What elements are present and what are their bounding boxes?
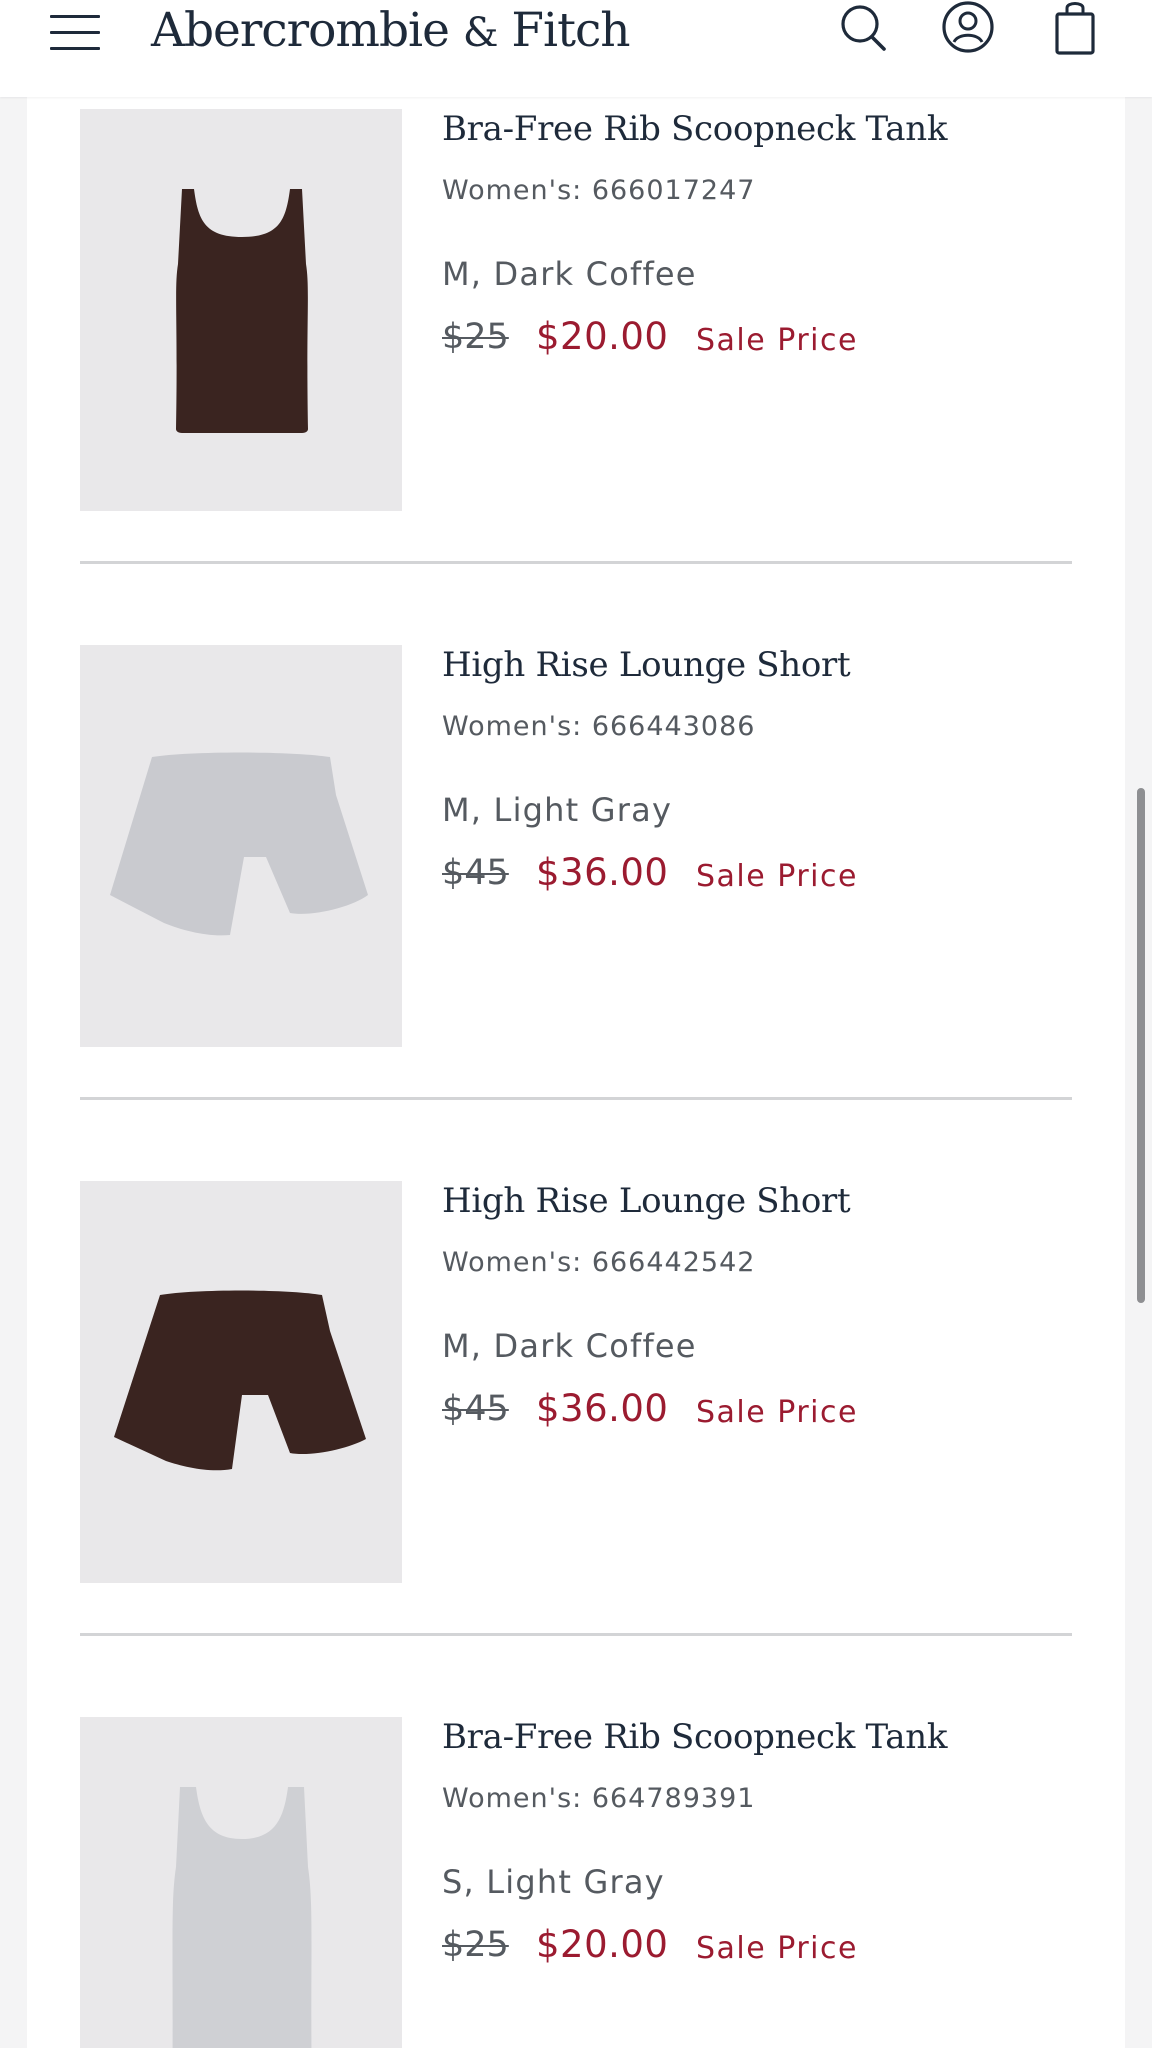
product-name[interactable]: Bra-Free Rib Scoopneck Tank bbox=[442, 1717, 947, 1757]
product-sku: Women's: 664789391 bbox=[442, 1783, 756, 1814]
product-name[interactable]: High Rise Lounge Short bbox=[442, 645, 851, 685]
search-icon[interactable] bbox=[834, 0, 890, 60]
page-scrollbar[interactable] bbox=[1137, 788, 1145, 1303]
brand-logo-tail: Fitch bbox=[511, 3, 630, 58]
sale-price-label: Sale Price bbox=[696, 859, 858, 894]
shorts-shape bbox=[114, 1290, 366, 1471]
sale-price: $36.00 bbox=[536, 1387, 669, 1430]
shorts-shape bbox=[110, 752, 368, 936]
product-sku: Women's: 666443086 bbox=[442, 711, 756, 742]
product-image[interactable] bbox=[80, 645, 402, 1047]
product-image[interactable] bbox=[80, 1717, 402, 2048]
brand-logo[interactable]: Abercrombie & Fitch bbox=[151, 0, 631, 62]
product-variant: S, Light Gray bbox=[442, 1863, 665, 1901]
tank-top-shape bbox=[176, 189, 308, 433]
product-name[interactable]: Bra-Free Rib Scoopneck Tank bbox=[442, 109, 947, 149]
product-sku: Women's: 666442542 bbox=[442, 1247, 756, 1278]
product-name[interactable]: High Rise Lounge Short bbox=[442, 1181, 851, 1221]
cart-item: High Rise Lounge Short Women's: 66644308… bbox=[80, 645, 1072, 1047]
sale-price-label: Sale Price bbox=[696, 1395, 858, 1430]
product-sku: Women's: 666017247 bbox=[442, 175, 756, 206]
sale-price-label: Sale Price bbox=[696, 323, 858, 358]
account-icon[interactable] bbox=[940, 0, 996, 60]
cart-item: Bra-Free Rib Scoopneck Tank Women's: 666… bbox=[80, 109, 1072, 511]
product-variant: M, Dark Coffee bbox=[442, 255, 697, 293]
cart-item: Bra-Free Rib Scoopneck Tank Women's: 664… bbox=[80, 1717, 1072, 2048]
cart-item: High Rise Lounge Short Women's: 66644254… bbox=[80, 1181, 1072, 1583]
tank-top-shape bbox=[172, 1787, 312, 2048]
product-image[interactable] bbox=[80, 109, 402, 511]
item-divider bbox=[80, 1097, 1072, 1100]
product-image[interactable] bbox=[80, 1181, 402, 1583]
hamburger-menu-icon[interactable] bbox=[48, 12, 104, 56]
original-price: $25 bbox=[442, 1925, 509, 1965]
site-header: Abercrombie & Fitch bbox=[0, 0, 1152, 97]
original-price: $45 bbox=[442, 853, 509, 893]
sale-price: $36.00 bbox=[536, 851, 669, 894]
shopping-bag-icon[interactable] bbox=[1050, 0, 1106, 60]
product-variant: M, Dark Coffee bbox=[442, 1327, 697, 1365]
sale-price-label: Sale Price bbox=[696, 1931, 858, 1966]
original-price: $25 bbox=[442, 317, 509, 357]
item-divider bbox=[80, 1633, 1072, 1636]
product-variant: M, Light Gray bbox=[442, 791, 673, 829]
brand-logo-ampersand: & bbox=[462, 10, 499, 56]
cart-page: Abercrombie & Fitch Bra-Free Rib Scoopne… bbox=[0, 0, 1152, 2048]
brand-logo-main: Abercrombie bbox=[151, 3, 450, 58]
sale-price: $20.00 bbox=[536, 315, 669, 358]
item-divider bbox=[80, 561, 1072, 564]
sale-price: $20.00 bbox=[536, 1923, 669, 1966]
original-price: $45 bbox=[442, 1389, 509, 1429]
